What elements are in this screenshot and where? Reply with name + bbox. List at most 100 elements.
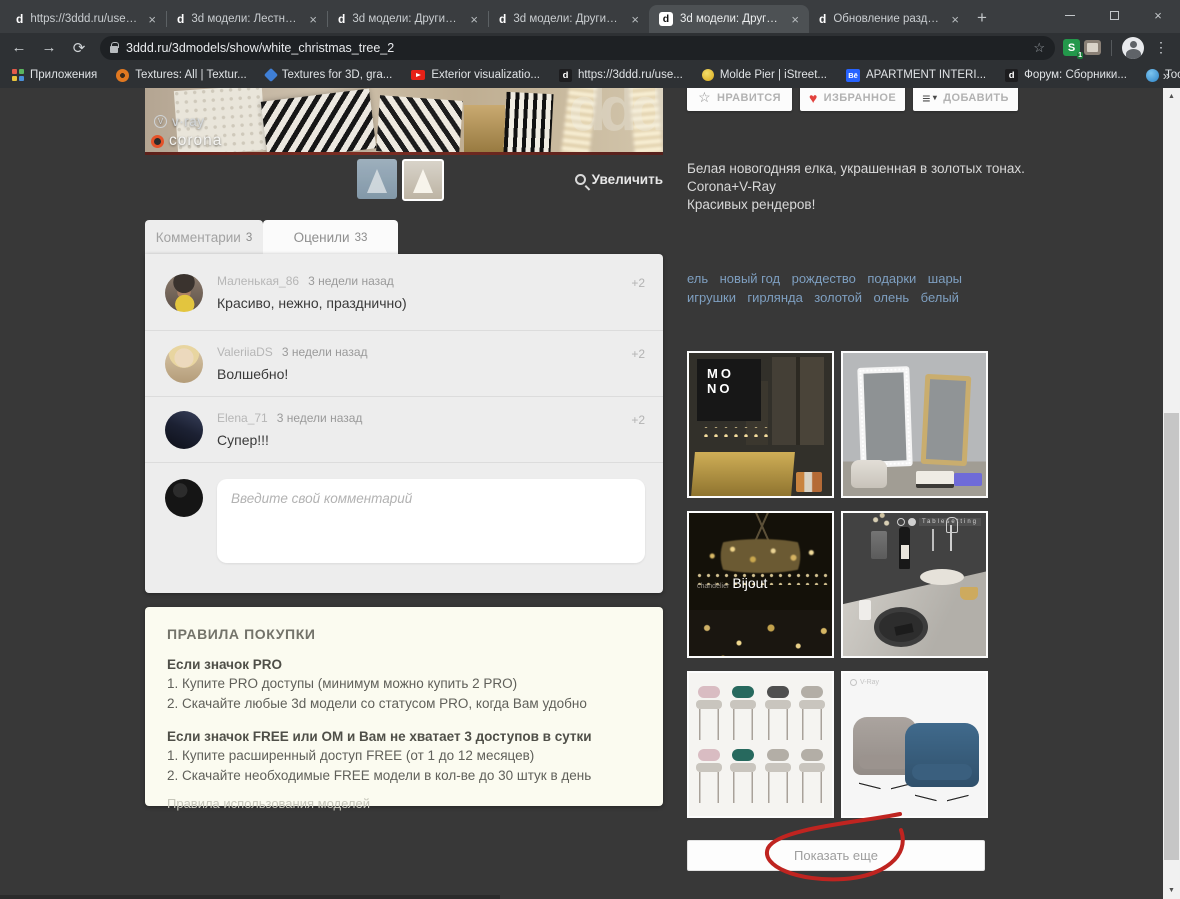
chair [695,685,723,740]
extension-s-letter: S [1067,41,1076,54]
chandelier-crystals [697,539,824,573]
related-product-armchairs[interactable]: V-Ray [841,671,988,818]
tab-rated-count: 33 [354,231,368,244]
tab-title: https://3ddd.ru/users/alex [30,13,139,25]
comment-username[interactable]: Elena_71 [217,411,268,425]
tab-close-icon[interactable]: × [789,13,801,26]
comment-username[interactable]: Маленькая_86 [217,274,299,288]
tag-link[interactable]: олень [873,290,909,305]
tab-comments[interactable]: Комментарии 3 [145,220,263,254]
related-product-bar-stools[interactable] [687,671,834,818]
bookmark-molde-pier[interactable]: Molde Pier | iStreet... [701,69,827,81]
tag-link[interactable]: шары [928,271,962,286]
chair [695,749,723,804]
bookmark-textures-3d[interactable]: Textures for 3D, gra... [263,67,392,83]
bookmark-star-icon[interactable]: ☆ [1033,40,1045,56]
rules-item: 2. Скачайте необходимые FREE модели в ко… [167,768,592,783]
comment-input-row [145,463,663,568]
minimize-button[interactable] [1048,0,1092,30]
tab-close-icon[interactable]: × [307,13,319,26]
tag-link[interactable]: новый год [720,271,781,286]
comment-username[interactable]: ValeriiaDS [217,345,273,359]
favorite-button[interactable]: ♥ ИЗБРАННОЕ [800,88,905,111]
tag-link[interactable]: ель [687,271,708,286]
comment-time: 3 недели назад [281,345,368,359]
forward-button[interactable]: → [36,36,62,60]
bookmark-exterior[interactable]: Exterior visualizatio... [411,69,540,81]
vray-watermark: V-Ray [850,679,879,686]
bookmark-3ddd-users[interactable]: d https://3ddd.ru/use... [558,68,683,82]
scroll-down-icon[interactable]: ▼ [1163,883,1180,898]
thumbnail-1[interactable] [357,159,397,199]
reload-button[interactable]: ⟳ [66,36,92,60]
tab-5-active[interactable]: d 3d модели: Другие предм × [649,5,809,33]
action-buttons: ☆ НРАВИТСЯ ♥ ИЗБРАННОЕ ≡ ▾ ДОБАВИТЬ [687,88,1018,111]
browser-menu-icon[interactable]: ⋮ [1148,39,1174,56]
enlarge-link[interactable]: Увеличить [540,172,663,187]
tab-3[interactable]: d 3d модели: Другие пред × [328,5,488,33]
new-tab-button[interactable]: + [969,5,995,31]
show-more-button[interactable]: Показать еще [687,840,985,871]
tab-close-icon[interactable]: × [629,13,641,26]
avatar[interactable] [165,411,203,449]
scroll-up-icon[interactable]: ▲ [1163,89,1180,104]
tab-4[interactable]: d 3d модели: Другие пред × [489,5,649,33]
comment-textarea[interactable] [217,479,645,563]
avatar[interactable] [165,345,203,383]
tab-title: Обновление раздела 3D [833,13,943,25]
tab-rated[interactable]: Оценили 33 [263,220,398,254]
related-product-chandelier[interactable]: chandelier Bijout [687,511,834,658]
tab-close-icon[interactable]: × [949,13,961,26]
purple-box [954,473,982,486]
thumbnail-2-selected[interactable] [402,159,444,201]
tag-link[interactable]: игрушки [687,290,736,305]
tab-6[interactable]: d Обновление раздела 3D × [809,5,969,33]
tag-link[interactable]: рождество [792,271,856,286]
tag-link[interactable]: гирлянда [747,290,802,305]
tab-2[interactable]: d 3d модели: Лестницы - О × [167,5,327,33]
address-bar[interactable]: 3ddd.ru/3dmodels/show/white_christmas_tr… [100,35,1055,60]
site-favicon-icon: d [16,12,24,26]
page-scrollbar[interactable]: ▲ ▼ [1163,88,1180,899]
tag-link[interactable]: подарки [867,271,916,286]
extension-image-icon[interactable] [1084,40,1101,55]
blue-armchair [905,723,979,787]
url-text: 3ddd.ru/3dmodels/show/white_christmas_tr… [126,40,395,55]
tag-link[interactable]: белый [921,290,959,305]
bookmarks-overflow-icon[interactable]: » [1163,68,1170,83]
rules-item: 1. Купите расширенный доступ FREE (от 1 … [167,748,535,763]
extension-s-icon[interactable]: S1 [1063,39,1083,59]
bookmark-label: APARTMENT INTERI... [865,69,987,81]
star-icon: ☆ [698,89,712,105]
usage-rules-link[interactable]: Правила использования моделей [167,796,641,811]
logo-ring-icon [896,518,905,526]
avatar[interactable] [165,274,203,312]
tab-1[interactable]: d https://3ddd.ru/users/alex × [6,5,166,33]
back-button[interactable]: ← [6,36,32,60]
maximize-icon [1109,10,1119,20]
bookmark-apartment[interactable]: Bē APARTMENT INTERI... [845,68,987,82]
tab-close-icon[interactable]: × [146,13,158,26]
tag-link[interactable]: золотой [814,290,862,305]
stool-row [695,685,826,740]
scrollbar-thumb[interactable] [1164,413,1179,860]
close-window-button[interactable]: × [1136,0,1180,30]
banner-bottom-edge [145,152,663,155]
bookmark-textures-all[interactable]: Textures: All | Textur... [116,68,247,82]
related-product-makeup-mirrors[interactable] [841,351,988,498]
maximize-button[interactable] [1092,0,1136,30]
related-product-table-setting[interactable]: Tablesetting [841,511,988,658]
tab-close-icon[interactable]: × [468,13,480,26]
related-product-mono-bar[interactable]: MO NO [687,351,834,498]
add-button[interactable]: ≡ ▾ ДОБАВИТЬ [913,88,1018,111]
profile-avatar[interactable] [1122,36,1144,59]
bookmark-forum[interactable]: d Форум: Сборники... [1005,68,1127,82]
corona-logo: corona [151,132,222,150]
like-button[interactable]: ☆ НРАВИТСЯ [687,88,792,111]
caret-down-icon: ▾ [932,93,938,102]
bookmark-apps[interactable]: Приложения [12,69,97,81]
description-line: Corona+V-Ray [687,179,776,194]
enlarge-label: Увеличить [591,172,663,187]
heart-icon: ♥ [808,89,818,106]
product-main-image[interactable]: ddd V v·ray corona [145,88,663,153]
